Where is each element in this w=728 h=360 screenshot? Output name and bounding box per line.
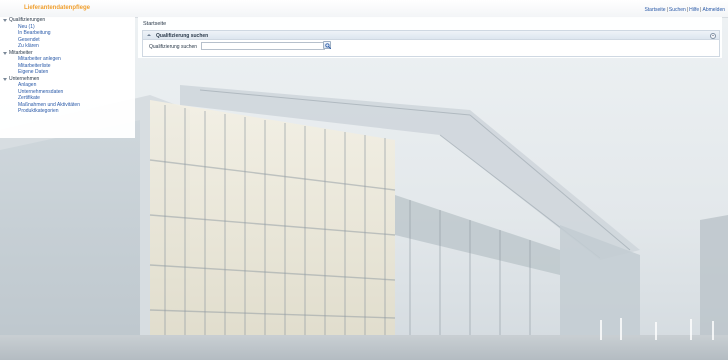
nav-group-header-mitarbeiter[interactable]: Mitarbeiter: [0, 50, 135, 57]
link-abmelden[interactable]: Abmelden: [702, 7, 725, 13]
search-button[interactable]: [323, 41, 331, 49]
triangle-down-icon: [3, 19, 7, 22]
main-content-panel: Startseite Qualifizierung suchen Qualifi…: [138, 17, 722, 58]
nav-group-label: Unternehmen: [9, 75, 40, 82]
sidebar-navigation: Qualifizierungen Neu (1) In Bearbeitung …: [0, 17, 135, 138]
triangle-down-icon: [3, 51, 7, 55]
app-title: Lieferantendatenpflege: [24, 5, 91, 11]
nav-group-qualifizierungen: Qualifizierungen Neu (1) In Bearbeitung …: [0, 17, 135, 50]
nav-group-unternehmen: Unternehmen Anlagen Unternehmensdaten Ze…: [0, 76, 135, 115]
magnifier-icon: [325, 43, 331, 49]
search-field-label: Qualifizierung suchen: [149, 44, 198, 50]
section-title: Qualifizierung suchen: [156, 32, 209, 39]
sidebar-item-produktkategorien[interactable]: Produktkategorien: [0, 108, 135, 115]
circle-chevron-icon[interactable]: [710, 32, 716, 39]
search-section: Qualifizierung suchen Qualifizierung suc…: [142, 30, 720, 57]
nav-group-header-qualifizierungen[interactable]: Qualifizierungen: [0, 17, 135, 24]
link-startseite[interactable]: Startseite: [644, 7, 665, 13]
nav-group-label: Mitarbeiter: [9, 49, 33, 56]
top-navigation-links: Startseite|Suchen|Hilfe|Abmelden: [644, 7, 725, 13]
triangle-up-icon[interactable]: [147, 34, 151, 36]
link-suchen[interactable]: Suchen: [669, 7, 686, 13]
nav-group-label: Qualifizierungen: [9, 17, 46, 23]
link-hilfe[interactable]: Hilfe: [689, 7, 699, 13]
page-title: Startseite: [143, 21, 167, 27]
nav-group-mitarbeiter: Mitarbeiter Mitarbeiter anlegen Mitarbei…: [0, 50, 135, 76]
triangle-down-icon: [3, 77, 7, 81]
nav-group-header-unternehmen[interactable]: Unternehmen: [0, 76, 135, 83]
search-section-header[interactable]: Qualifizierung suchen: [143, 31, 719, 40]
qualification-search-input[interactable]: [201, 42, 325, 50]
top-header-bar: Lieferantendatenpflege Startseite|Suchen…: [0, 0, 728, 18]
